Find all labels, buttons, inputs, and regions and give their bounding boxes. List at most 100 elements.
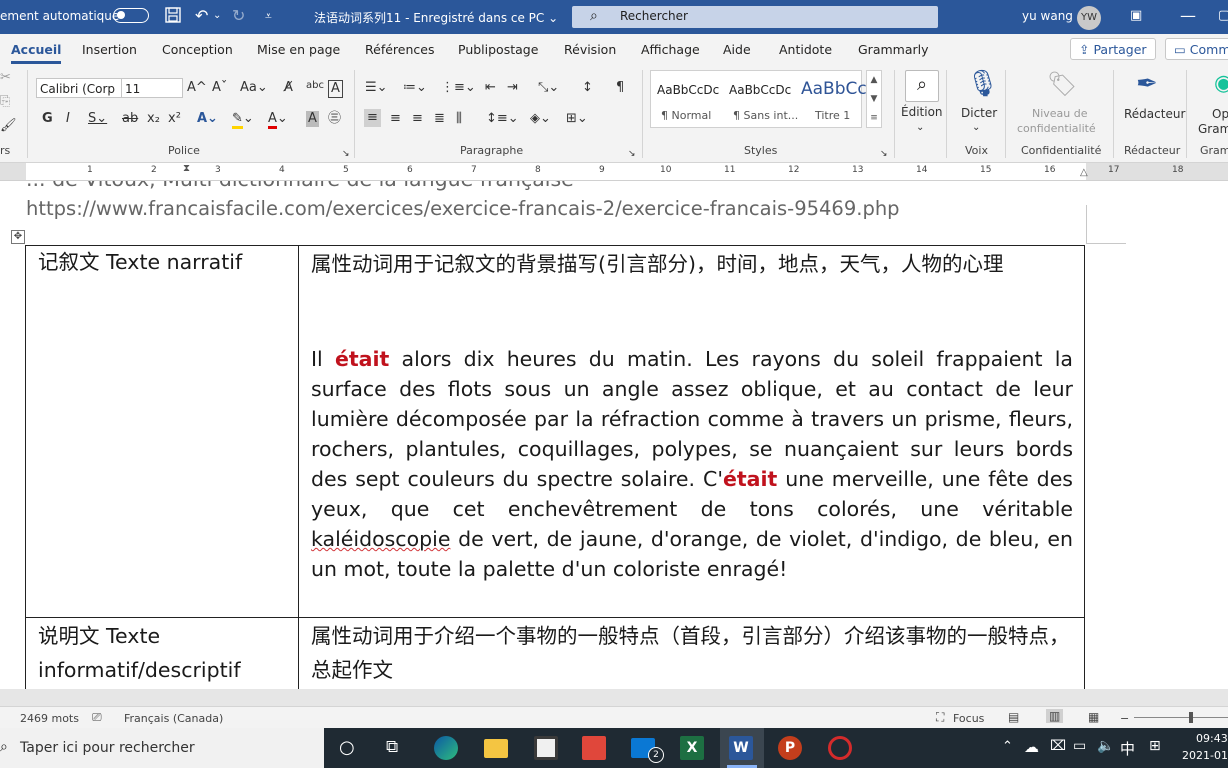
borders-icon[interactable]: ⊞⌄ [566,111,588,127]
edition-label[interactable]: Édition [901,104,943,120]
tab-grammarly[interactable]: Grammarly [858,42,929,57]
grammarly-label-2[interactable]: Gram [1198,121,1228,137]
tab-references[interactable]: Références [365,42,434,57]
store-icon[interactable] [534,736,558,760]
clock-date[interactable]: 2021-01- [1182,749,1228,762]
network-icon[interactable]: ⌧ [1050,738,1066,754]
clock-time[interactable]: 09:43 [1196,732,1228,745]
avatar[interactable]: YW [1077,6,1101,30]
task-view-icon[interactable]: ⧉ [386,737,398,757]
multilevel-list-icon[interactable]: ⋮≡⌄ [441,80,476,96]
table-move-handle-icon[interactable]: ✥ [11,230,25,244]
superscript-icon[interactable]: x² [168,111,181,127]
style-no-spacing[interactable]: AaBbCcDc ¶ Sans int... [723,71,798,127]
web-layout-icon[interactable]: ▦ [1088,710,1099,724]
character-border-icon[interactable]: A [328,80,343,98]
line-spacing-icon[interactable]: ↕≡⌄ [486,111,519,127]
strikethrough-icon[interactable]: ab [122,111,138,127]
powerpoint-icon[interactable]: P [778,736,802,760]
subscript-icon[interactable]: x₂ [147,111,160,127]
taskbar-search[interactable]: ⌕ Taper ici pour rechercher [0,728,324,768]
styles-launcher-icon[interactable]: ↘ [880,146,888,162]
maximize-icon[interactable]: ▢ [1218,7,1228,25]
edition-button[interactable]: ⌕ [905,70,939,102]
right-indent-marker-icon[interactable]: △ [1080,167,1088,178]
zoom-slider-thumb[interactable] [1189,712,1193,723]
styles-more-icon[interactable]: ≡ [867,109,881,128]
change-case-icon[interactable]: Aa⌄ [240,80,268,96]
user-name[interactable]: yu wang [1022,9,1073,23]
italic-icon[interactable]: I [66,111,70,127]
spelling-flag[interactable]: kaléidoscopie [311,527,450,551]
focus-label[interactable]: Focus [953,712,984,725]
focus-icon[interactable]: ⛶ [936,710,944,725]
indent-marker-icon[interactable]: ⧗ [183,163,190,174]
zoom-out-icon[interactable]: − [1120,712,1129,725]
grow-font-icon[interactable]: A^ [187,80,207,96]
show-paragraph-marks-icon[interactable]: ¶ [616,80,624,96]
chevron-down-icon[interactable]: ⌄ [972,120,980,136]
style-heading-1[interactable]: AaBbCc Titre 1 [795,71,867,127]
grammarly-label-1[interactable]: Op [1212,106,1228,122]
tab-publipostage[interactable]: Publipostage [458,42,538,57]
ime-indicator[interactable]: 中 [1120,738,1135,759]
paragraphe-launcher-icon[interactable]: ↘ [628,146,636,162]
tab-insertion[interactable]: Insertion [82,42,137,57]
text-direction-icon[interactable]: ⤡⌄ [538,80,559,96]
editor-icon[interactable]: ✒ [1136,70,1158,98]
tab-accueil[interactable]: Accueil [11,42,62,64]
search-box[interactable]: ⌕ Rechercher [572,6,938,28]
shrink-font-icon[interactable]: Aˇ [212,80,227,96]
highlight-color-icon[interactable]: ✎⌄ [232,111,254,129]
cortana-icon[interactable]: ○ [339,737,355,758]
align-center-icon[interactable]: ≡ [390,111,401,127]
distributed-icon[interactable]: ⫼ [456,111,462,127]
document-title[interactable]: 法语动词系列11 - Enregistré dans ce PC ⌄ [314,9,558,26]
table-cell-intro[interactable]: 属性动词用于介绍一个事物的一般特点（首段，引言部分）介绍该事物的一般特点，总起作… [311,619,1073,687]
styles-down-icon[interactable]: ▼ [867,90,881,109]
language-label[interactable]: Français (Canada) [124,712,223,725]
redo-icon[interactable]: ↻ [232,7,245,25]
align-right-icon[interactable]: ≡ [412,111,423,127]
style-normal[interactable]: AaBbCcDc ¶ Normal [651,71,723,127]
tab-conception[interactable]: Conception [162,42,233,57]
tab-affichage[interactable]: Affichage [641,42,700,57]
sort-icon[interactable]: ↕ [582,80,593,96]
paragraph-shading-icon[interactable]: ◈⌄ [530,111,551,127]
undo-icon[interactable]: ↶ [195,7,208,25]
chevron-down-icon[interactable]: ⌄ [916,120,924,136]
ribbon-display-icon[interactable]: ▣ [1130,7,1142,25]
volume-icon[interactable]: 🔈 [1097,738,1114,754]
enclose-icon[interactable]: ㊂ [328,111,341,127]
sensitivity-icon[interactable]: 🏷 [1047,70,1077,98]
comments-button[interactable]: ▭ Comm [1165,38,1228,60]
tab-revision[interactable]: Révision [564,42,616,57]
table-cell-intro[interactable]: 属性动词用于记叙文的背景描写(引言部分)，时间，地点，天气，人物的心理 [311,247,1073,281]
cut-icon[interactable]: ✂ [0,70,11,86]
customize-toolbar-icon[interactable]: ⩡ [265,7,272,25]
read-mode-icon[interactable]: ▤ [1008,710,1019,724]
numbering-icon[interactable]: ≔⌄ [403,80,427,96]
decrease-indent-icon[interactable]: ⇤ [485,80,496,96]
phonetic-guide-icon[interactable]: abc [306,78,324,94]
document-page[interactable]: ... de Vitoux, Multi dictionnaire de la … [0,181,1228,689]
print-layout-icon[interactable]: ▥ [1046,709,1064,723]
share-button[interactable]: ⇪ Partager [1070,38,1156,60]
ruler[interactable]: 1 2 3 4 5 6 7 8 9 10 11 12 13 14 15 16 1… [0,163,1228,181]
source-url[interactable]: https://www.francaisfacile.com/exercices… [26,197,900,220]
undo-dropdown-icon[interactable]: ⌄ [213,7,221,25]
align-left-icon[interactable]: ≡ [364,109,381,127]
font-size-select[interactable]: 11 [121,78,183,98]
ime-mode-icon[interactable]: ⊞ [1149,738,1161,754]
clear-format-icon[interactable]: A̸ [284,80,293,96]
tray-chevron-icon[interactable]: ⌃ [1002,739,1013,754]
styles-scroll[interactable]: ▲ ▼ ≡ [866,70,882,128]
bullets-icon[interactable]: ☰⌄ [365,80,388,96]
styles-up-icon[interactable]: ▲ [867,71,881,90]
format-painter-icon[interactable]: 🖌 [0,118,17,134]
gift-app-icon[interactable] [582,736,606,760]
dicter-label[interactable]: Dicter [961,105,997,121]
minimize-icon[interactable]: — [1180,7,1196,25]
recorder-icon[interactable] [828,736,852,760]
word-count[interactable]: 2469 mots [20,712,79,725]
